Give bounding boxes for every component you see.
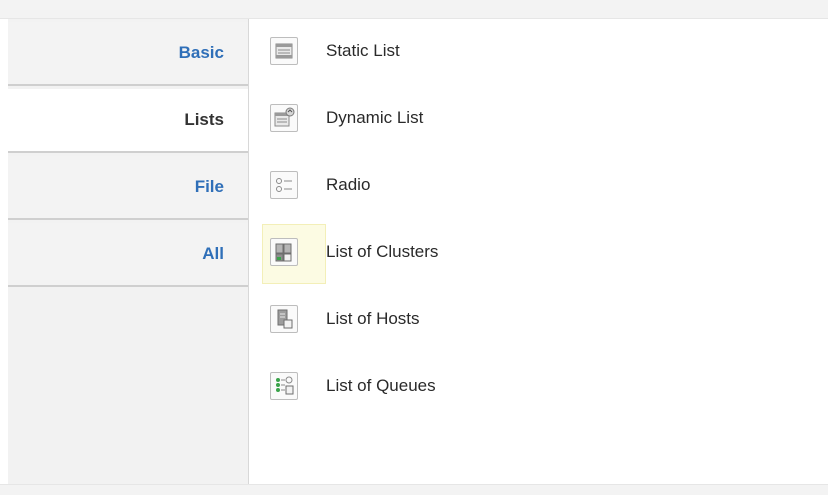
dynamic-list-icon — [270, 104, 298, 132]
clusters-icon — [270, 238, 298, 266]
static-list-icon — [270, 37, 298, 65]
list-item-label: List of Clusters — [326, 242, 439, 261]
list-item-list-of-hosts[interactable]: List of Hosts — [258, 287, 798, 351]
list-item-radio[interactable]: Radio — [258, 153, 798, 217]
list-item-dynamic-list[interactable]: Dynamic List — [258, 86, 798, 150]
tab-all[interactable]: All — [8, 223, 248, 287]
top-border — [0, 0, 828, 19]
tab-basic[interactable]: Basic — [8, 22, 248, 86]
bottom-border — [0, 484, 828, 495]
tab-file[interactable]: File — [8, 156, 248, 220]
list-item-list-of-clusters[interactable]: List of Clusters — [258, 220, 798, 284]
queues-icon — [270, 372, 298, 400]
tab-lists[interactable]: Lists — [8, 89, 248, 153]
list-item-label: Dynamic List — [326, 108, 424, 127]
radio-icon — [270, 171, 298, 199]
hosts-icon — [270, 305, 298, 333]
list-item-label: Radio — [326, 175, 371, 194]
list-item-label: List of Queues — [326, 376, 436, 395]
list-item-label: List of Hosts — [326, 309, 420, 328]
list-item-static-list[interactable]: Static List — [258, 19, 798, 83]
form-element-picker: Basic Lists File All Static List Dynamic… — [0, 0, 828, 495]
list-item-list-of-queues[interactable]: List of Queues — [258, 354, 798, 418]
list-item-label: Static List — [326, 41, 400, 60]
category-nav: Basic Lists File All — [8, 19, 249, 484]
